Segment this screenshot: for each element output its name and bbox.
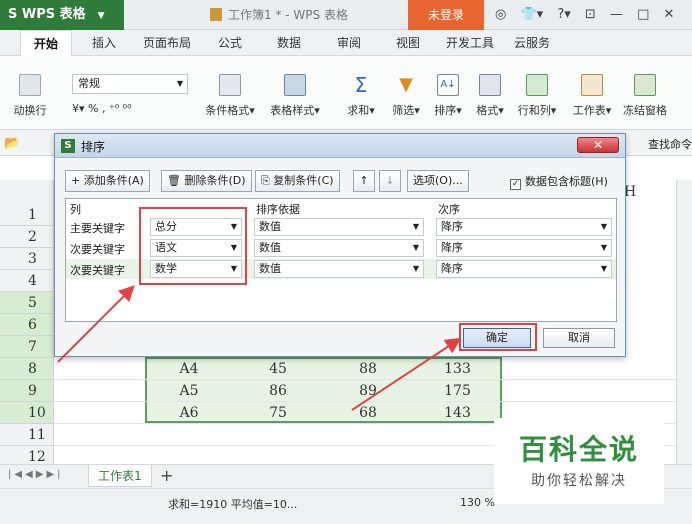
arrow-to-ok xyxy=(351,337,462,411)
watermark-title: 百科全说 xyxy=(518,433,639,466)
watermark-subtitle: 助你轻松解决 xyxy=(531,473,627,489)
watermark: 百科全说 助你轻松解决 xyxy=(494,418,664,504)
arrow-to-keywords xyxy=(57,285,135,363)
